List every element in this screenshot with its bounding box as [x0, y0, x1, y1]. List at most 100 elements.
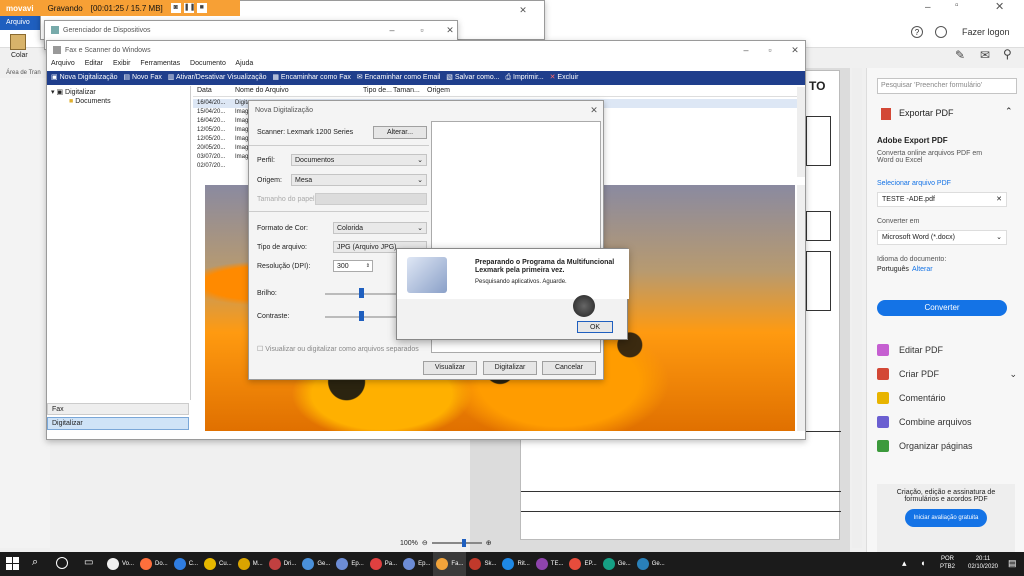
tree-item-scan[interactable]: ▾ ▣ Digitalizar [51, 88, 96, 96]
nav-fax[interactable]: Fax [47, 403, 189, 415]
taskbar-app[interactable]: Ge... [299, 552, 333, 576]
volume-icon[interactable]: ◖ [920, 558, 925, 568]
taskbar-app[interactable]: Dri... [266, 552, 300, 576]
ribbon-file-tab[interactable]: Arquivo [0, 16, 44, 30]
taskbar-app[interactable]: Ep... [400, 552, 433, 576]
paste-icon[interactable] [10, 34, 26, 50]
login-link[interactable]: Fazer logon [962, 27, 1010, 37]
tool-organize[interactable]: Organizar páginas [877, 434, 1017, 458]
select-file-link[interactable]: Selecionar arquivo PDF [877, 180, 951, 187]
slider-thumb[interactable] [359, 311, 364, 321]
menu-item[interactable]: Editar [85, 60, 103, 67]
close-icon[interactable]: ✕ [516, 3, 530, 17]
sign-icon[interactable]: ✎ [955, 48, 965, 62]
column-header[interactable]: Origem [427, 87, 450, 94]
cancel-button[interactable]: Cancelar [542, 361, 596, 375]
taskbar-app[interactable]: TE... [533, 552, 567, 576]
zoom-out-icon[interactable]: ⊖ [422, 539, 428, 547]
color-format-select[interactable]: Colorida ⌄ [333, 222, 427, 234]
list-scrollbar[interactable] [797, 87, 805, 177]
taskbar-app[interactable]: Vo... [104, 552, 137, 576]
format-select[interactable]: Microsoft Word (*.docx) ⌄ [877, 230, 1007, 245]
search-icon[interactable]: ⌕ [32, 556, 38, 569]
zoom-in-icon[interactable]: ⊕ [486, 539, 492, 547]
taskbar-app[interactable]: M... [235, 552, 266, 576]
maximize-icon[interactable]: ▫ [763, 43, 777, 57]
source-select[interactable]: Mesa ⌄ [291, 174, 427, 186]
convert-button[interactable]: Converter [877, 300, 1007, 316]
menu-item[interactable]: Ajuda [235, 60, 253, 67]
chevron-down-icon[interactable]: ⌄ [1009, 369, 1017, 380]
column-header[interactable]: Taman... [393, 87, 420, 94]
tool-edit-pdf[interactable]: Editar PDF [877, 338, 1017, 362]
minimize-icon[interactable]: – [385, 23, 399, 37]
close-icon[interactable]: ✕ [443, 23, 457, 37]
close-icon[interactable]: ✕ [995, 0, 1004, 13]
taskbar-app[interactable]: C... [171, 552, 201, 576]
print-button[interactable]: ⎙ Imprimir... [505, 74, 543, 81]
contrast-slider[interactable] [325, 311, 405, 321]
export-pdf-title[interactable]: Exportar PDF [899, 108, 954, 118]
taskbar-app[interactable]: Cu... [201, 552, 235, 576]
share-icon[interactable]: ⚲ [1003, 47, 1012, 61]
help-icon[interactable]: ? [911, 26, 923, 38]
tool-comment[interactable]: Comentário [877, 386, 1017, 410]
forward-fax-button[interactable]: ▦ Encaminhar como Fax [272, 74, 351, 81]
forward-email-button[interactable]: ✉ Encaminhar como Email [357, 74, 441, 81]
close-icon[interactable]: ✕ [587, 103, 601, 117]
notification-center-icon[interactable]: ▤ [1008, 558, 1017, 569]
close-icon[interactable]: ✕ [788, 43, 802, 57]
notification-icon[interactable] [935, 26, 947, 38]
network-icon[interactable]: ▴ [902, 558, 907, 569]
menu-item[interactable]: Exibir [113, 60, 131, 67]
column-header[interactable]: Data [197, 87, 212, 94]
camera-icon[interactable]: ◙ [170, 3, 181, 13]
tool-combine[interactable]: Combine arquivos [877, 410, 1017, 434]
task-view-icon[interactable]: ▭ [84, 557, 93, 568]
preview-scrollbar[interactable] [797, 185, 805, 431]
taskbar-app[interactable]: Ge... [634, 552, 668, 576]
mail-icon[interactable]: ✉ [980, 48, 990, 62]
minimize-icon[interactable]: – [739, 43, 753, 57]
slider-thumb[interactable] [359, 288, 364, 298]
ok-button[interactable]: OK [577, 321, 613, 333]
taskbar-app[interactable]: EP... [566, 552, 599, 576]
taskbar-app[interactable]: Pa... [367, 552, 400, 576]
scan-button[interactable]: Digitalizar [483, 361, 537, 375]
zoom-slider[interactable] [431, 539, 482, 547]
paste-label[interactable]: Colar [11, 52, 28, 59]
cortana-icon[interactable] [56, 557, 68, 569]
language-indicator[interactable]: POR PTB2 [940, 555, 955, 571]
tree-item-documents[interactable]: ■ Documents [69, 98, 111, 105]
brightness-slider[interactable] [325, 288, 405, 298]
spinner-icon[interactable]: ⇕ [366, 261, 370, 272]
preview-button[interactable]: Visualizar [423, 361, 477, 375]
taskbar-app[interactable]: Ep... [333, 552, 366, 576]
clock[interactable]: 20:11 02/10/2020 [965, 555, 1001, 571]
tool-create-pdf[interactable]: Criar PDF ⌄ [877, 362, 1017, 386]
taskbar-app[interactable]: Fa... [433, 552, 467, 576]
windows-start-icon[interactable] [6, 557, 19, 570]
menu-item[interactable]: Ferramentas [140, 60, 180, 67]
chevron-up-icon[interactable]: ⌃ [1005, 106, 1013, 117]
new-scan-button[interactable]: ▣ Nova Digitalização [51, 74, 118, 81]
change-language-link[interactable]: Alterar [912, 266, 933, 273]
save-as-button[interactable]: ▧ Salvar como... [446, 74, 499, 81]
maximize-icon[interactable]: ▫ [955, 0, 959, 11]
tool-search-input[interactable]: Pesquisar 'Preencher formulário' [877, 78, 1017, 94]
toggle-preview-button[interactable]: ▥ Ativar/Desativar Visualização [168, 74, 267, 81]
nav-scan[interactable]: Digitalizar [47, 417, 189, 430]
taskbar-app[interactable]: Ge... [600, 552, 634, 576]
menu-item[interactable]: Arquivo [51, 60, 75, 67]
stop-icon[interactable]: ■ [196, 3, 207, 13]
profile-select[interactable]: Documentos ⌄ [291, 154, 427, 166]
menu-item[interactable]: Documento [190, 60, 226, 67]
taskbar-app[interactable]: Rit... [499, 552, 532, 576]
column-header[interactable]: Tipo de... [363, 87, 392, 94]
column-header[interactable]: Nome do Arquivo [235, 87, 289, 94]
delete-button[interactable]: ✕ Excluir [550, 74, 579, 81]
clear-file-icon[interactable]: ✕ [996, 193, 1002, 207]
change-scanner-button[interactable]: Alterar... [373, 126, 427, 139]
new-fax-button[interactable]: ▤ Novo Fax [123, 74, 162, 81]
start-trial-button[interactable]: Iniciar avaliação gratuita [905, 509, 987, 527]
